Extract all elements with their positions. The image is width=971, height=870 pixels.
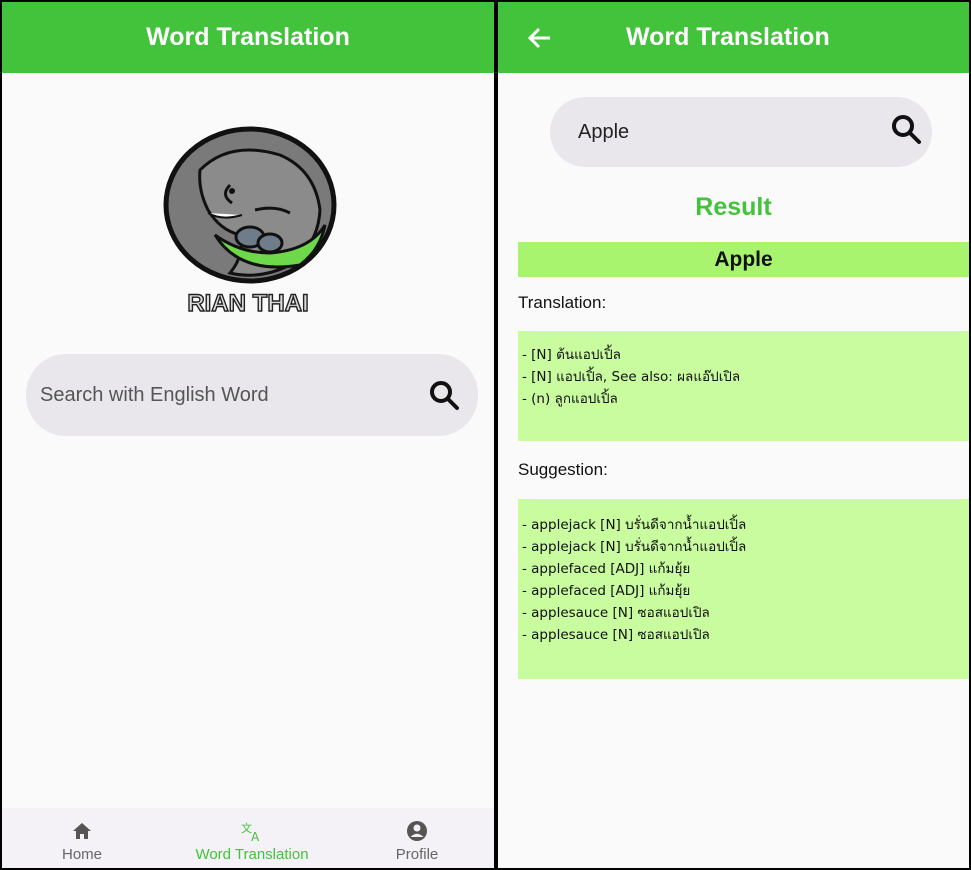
- search-bar[interactable]: Apple: [550, 97, 932, 167]
- suggestion-item[interactable]: - applesauce [N] ซอสแอปเปิล: [518, 624, 969, 646]
- result-word: Apple: [518, 242, 969, 277]
- search-bar[interactable]: Search with English Word: [26, 354, 478, 436]
- search-input[interactable]: Search with English Word: [40, 354, 269, 436]
- right-screen: Word Translation Apple Result Apple Tran…: [496, 0, 971, 870]
- home-icon: [73, 823, 91, 839]
- brand-name: RIAN THAI: [187, 289, 310, 317]
- app-bar-title: Word Translation: [626, 23, 830, 51]
- translation-item: - [N] แอปเปิ้ล, See also: ผลแอ๊ปเปิล: [522, 369, 741, 385]
- nav-profile[interactable]: Profile: [372, 808, 462, 868]
- nav-home[interactable]: Home: [52, 808, 112, 868]
- suggestion-item[interactable]: - applefaced [ADJ] แก้มยุ้ย: [518, 580, 969, 602]
- search-icon[interactable]: [890, 113, 922, 145]
- app-bar: Word Translation: [2, 2, 494, 73]
- bottom-navigation: Home 文 A Word Translation Profile: [2, 808, 494, 868]
- suggestion-item[interactable]: - applefaced [ADJ] แก้มยุ้ย: [518, 558, 969, 580]
- app-bar-title: Word Translation: [146, 23, 350, 51]
- search-input[interactable]: Apple: [578, 97, 629, 167]
- suggestion-box: - applejack [N] บรั่นดีจากน้ำแอปเปิ้ล - …: [518, 499, 969, 679]
- translation-box: - [N] ต้นแอปเปิ้ล - [N] แอปเปิ้ล, See al…: [518, 331, 969, 441]
- translate-icon: 文 A: [241, 821, 260, 842]
- app-bar: Word Translation: [498, 2, 969, 73]
- translation-item: - (n) ลูกแอปเปิ้ล: [522, 391, 618, 407]
- nav-profile-label: Profile: [395, 846, 439, 863]
- nav-word-translation[interactable]: 文 A Word Translation: [167, 808, 337, 868]
- translation-label: Translation:: [518, 293, 607, 312]
- profile-icon: [407, 821, 427, 841]
- search-icon[interactable]: [428, 379, 460, 411]
- suggestion-item[interactable]: - applesauce [N] ซอสแอปเปิล: [518, 602, 969, 624]
- translation-item: - [N] ต้นแอปเปิ้ล: [522, 347, 621, 363]
- suggestion-item[interactable]: - applejack [N] บรั่นดีจากน้ำแอปเปิ้ล: [518, 536, 969, 558]
- svg-text:A: A: [251, 830, 260, 842]
- suggestion-label: Suggestion:: [518, 460, 608, 479]
- elephant-logo: [163, 126, 337, 284]
- nav-home-label: Home: [61, 846, 102, 863]
- back-arrow-icon[interactable]: [526, 24, 554, 52]
- result-title: Result: [695, 193, 772, 221]
- left-screen: Word Translation RIAN THAI Search with E…: [0, 0, 496, 870]
- suggestion-item[interactable]: - applejack [N] บรั่นดีจากน้ำแอปเปิ้ล: [518, 514, 969, 536]
- nav-word-translation-label: Word Translation: [195, 846, 309, 863]
